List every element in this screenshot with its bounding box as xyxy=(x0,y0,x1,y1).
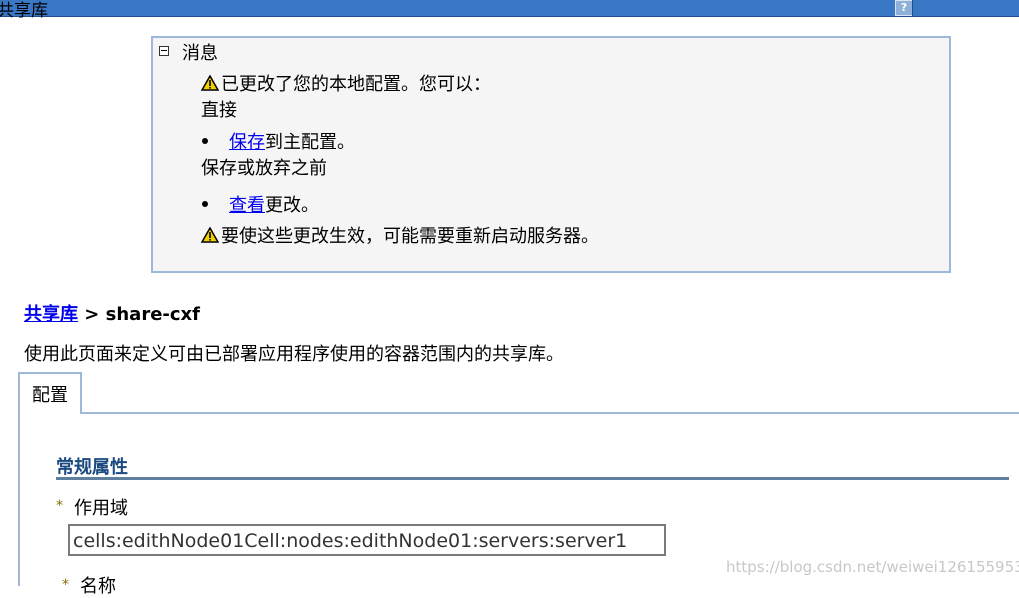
save-link-suffix: 到主配置。 xyxy=(265,132,355,153)
breadcrumb-current: share-cxf xyxy=(105,304,200,325)
bullet xyxy=(202,201,208,207)
messages-panel: 消息 已更改了您的本地配置。您可以： 直接 保存到主配置。 保存或放弃之前 查看… xyxy=(151,36,951,273)
tab-underline xyxy=(82,412,1019,414)
name-label: 名称 xyxy=(80,576,116,597)
scope-field: cells:edithNode01Cell:nodes:edithNode01:… xyxy=(68,524,666,556)
review-link[interactable]: 查看 xyxy=(229,195,265,216)
save-link[interactable]: 保存 xyxy=(229,132,265,153)
general-properties-title: 常规属性 xyxy=(56,457,128,478)
required-mark: * xyxy=(62,577,69,593)
review-link-suffix: 更改。 xyxy=(265,195,319,216)
header-divider xyxy=(912,0,913,16)
tab-configuration[interactable]: 配置 xyxy=(18,372,82,414)
warning-icon xyxy=(201,75,219,91)
collapse-icon[interactable] xyxy=(159,46,169,56)
message-review-item: 查看更改。 xyxy=(229,191,319,217)
required-mark: * xyxy=(56,498,63,514)
section-divider xyxy=(56,477,1009,480)
message-config-changed-text: 已更改了您的本地配置。您可以： xyxy=(221,74,491,95)
message-direct: 直接 xyxy=(201,100,237,121)
message-config-changed: 已更改了您的本地配置。您可以： xyxy=(201,70,491,96)
title-bar: 共享库 ? xyxy=(0,0,1019,21)
page-header-title: 共享库 xyxy=(0,1,48,21)
message-save-item: 保存到主配置。 xyxy=(229,128,355,154)
page-description: 使用此页面来定义可由已部署应用程序使用的容器范围内的共享库。 xyxy=(24,344,564,365)
scope-label: 作用域 xyxy=(74,498,128,519)
message-restart-text: 要使这些更改生效，可能需要重新启动服务器。 xyxy=(221,226,599,247)
breadcrumb-link-shared-libraries[interactable]: 共享库 xyxy=(24,304,78,325)
warning-icon xyxy=(201,227,219,243)
breadcrumb: 共享库 > share-cxf xyxy=(24,300,200,326)
messages-title: 消息 xyxy=(182,43,218,64)
message-before: 保存或放弃之前 xyxy=(201,158,327,179)
message-restart: 要使这些更改生效，可能需要重新启动服务器。 xyxy=(201,222,599,248)
bullet xyxy=(202,138,208,144)
watermark: https://blog.csdn.net/weiwei1261559539 xyxy=(726,558,1019,576)
breadcrumb-separator: > xyxy=(84,304,100,325)
help-icon[interactable]: ? xyxy=(895,0,913,16)
